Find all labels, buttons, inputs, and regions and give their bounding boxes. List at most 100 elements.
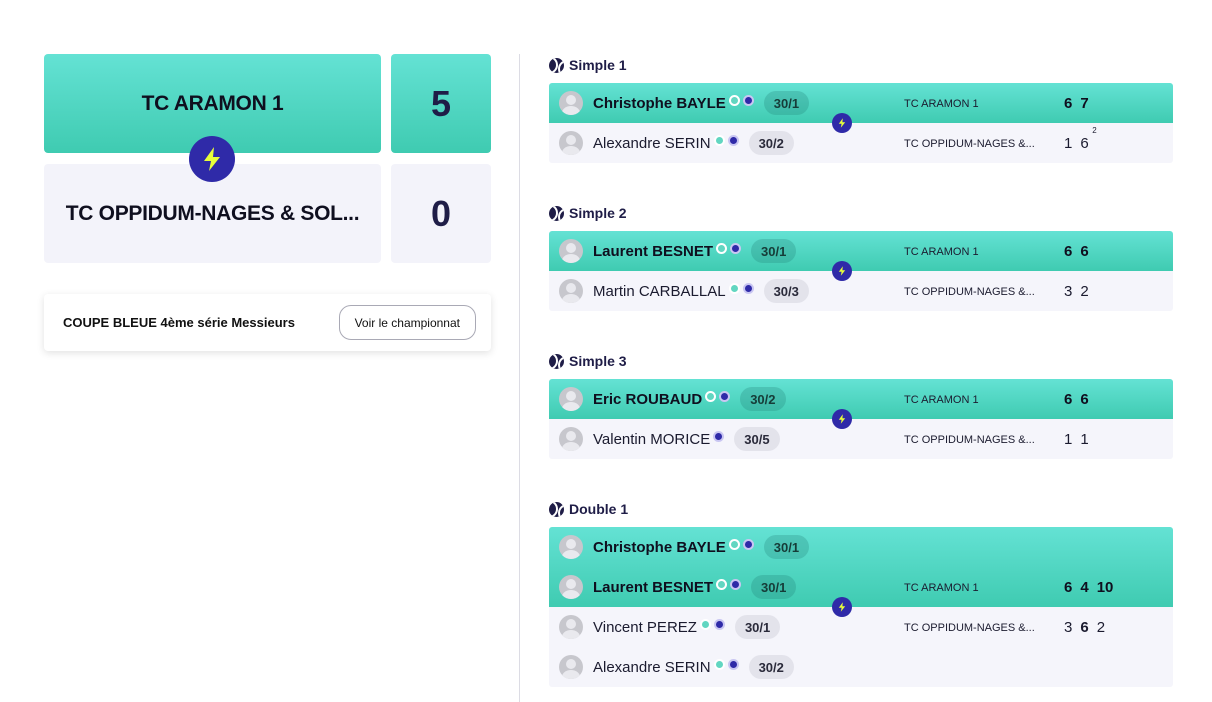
set-scores: 32 bbox=[1064, 283, 1089, 300]
set-scores: 362 bbox=[1064, 619, 1105, 636]
match-card[interactable]: Simple 2 Laurent BESNET 30/1 TC ARAMON 1 66 M… bbox=[549, 203, 1173, 311]
padel-badge-icon bbox=[730, 242, 742, 254]
match-title: Simple 1 bbox=[549, 55, 1173, 75]
tennis-badge-icon bbox=[713, 134, 725, 146]
club-name: TC ARAMON 1 bbox=[904, 582, 979, 594]
player-name[interactable]: Alexandre SERIN bbox=[593, 659, 711, 676]
loser-side: Vincent PEREZ 30/1 TC OPPIDUM-NAGES &... 3 6… bbox=[549, 607, 1173, 687]
avatar bbox=[559, 615, 583, 639]
column-divider bbox=[519, 54, 520, 702]
player-name[interactable]: Valentin MORICE bbox=[593, 431, 710, 448]
tennis-ball-icon bbox=[549, 501, 564, 517]
away-team-name: TC OPPIDUM-NAGES & SOL... bbox=[65, 201, 360, 225]
player-name[interactable]: Eric ROUBAUD bbox=[593, 391, 702, 408]
lightning-icon bbox=[832, 597, 852, 617]
player-name[interactable]: Christophe BAYLE bbox=[593, 539, 726, 556]
lightning-icon bbox=[832, 113, 852, 133]
lightning-icon bbox=[832, 261, 852, 281]
avatar bbox=[559, 239, 583, 263]
set-score: 7 bbox=[1080, 95, 1089, 112]
set-score: 3 bbox=[1064, 283, 1073, 300]
set-scores: 66 bbox=[1064, 391, 1089, 408]
player-rank: 30/1 bbox=[734, 615, 781, 639]
padel-badge-icon bbox=[742, 282, 754, 294]
set-scores: 66 bbox=[1064, 243, 1089, 260]
padel-badge-icon bbox=[730, 578, 742, 590]
match-card[interactable]: Double 1 Christophe BAYLE 30/1 Laurent BESN… bbox=[549, 499, 1173, 687]
player-name[interactable]: Vincent PEREZ bbox=[593, 619, 697, 636]
set-score: 6 bbox=[1080, 243, 1089, 260]
winner-side: Eric ROUBAUD 30/2 TC ARAMON 1 66 bbox=[549, 379, 1173, 429]
player-row[interactable]: Alexandre SERIN 30/2 TC OPPIDUM-NAGES &...… bbox=[549, 123, 1173, 163]
match-title: Double 1 bbox=[549, 499, 1173, 519]
padel-badge-icon bbox=[742, 538, 754, 550]
club-name: TC OPPIDUM-NAGES &... bbox=[904, 434, 1035, 446]
padel-badge-icon bbox=[727, 658, 739, 670]
avatar bbox=[559, 387, 583, 411]
loser-side: Alexandre SERIN 30/2 TC OPPIDUM-NAGES &...… bbox=[549, 123, 1173, 163]
tiebreak-score: 2 bbox=[1092, 126, 1097, 135]
set-score: 4 bbox=[1080, 579, 1089, 596]
club-name: TC OPPIDUM-NAGES &... bbox=[904, 286, 1035, 298]
match-title: Simple 2 bbox=[549, 203, 1173, 223]
lightning-icon bbox=[832, 409, 852, 429]
set-score: 62 bbox=[1080, 126, 1097, 152]
home-score: 5 bbox=[430, 82, 452, 124]
set-score: 1 bbox=[1064, 431, 1073, 448]
padel-badge-icon bbox=[719, 390, 731, 402]
set-scores: 6 4 10 bbox=[1064, 579, 1113, 596]
view-championship-button[interactable]: Voir le championnat bbox=[338, 305, 476, 340]
match-title: Simple 3 bbox=[549, 351, 1173, 371]
player-row[interactable]: Eric ROUBAUD 30/2 TC ARAMON 1 66 bbox=[549, 379, 1173, 419]
set-scores: 11 bbox=[1064, 431, 1089, 448]
player-row[interactable]: Alexandre SERIN 30/2 bbox=[549, 647, 1173, 687]
player-row[interactable]: Valentin MORICE 30/5 TC OPPIDUM-NAGES &...… bbox=[549, 419, 1173, 459]
padel-badge-icon bbox=[742, 94, 754, 106]
match-card[interactable]: Simple 3 Eric ROUBAUD 30/2 TC ARAMON 1 6 6 Val… bbox=[549, 351, 1173, 459]
player-rank: 30/1 bbox=[751, 239, 797, 263]
tennis-badge-icon bbox=[699, 618, 711, 630]
player-row[interactable]: Martin CARBALLAL 30/3 TC OPPIDUM-NAGES &..… bbox=[549, 271, 1173, 311]
club-name: TC ARAMON 1 bbox=[904, 98, 979, 110]
padel-badge-icon bbox=[727, 134, 739, 146]
player-rank: 30/1 bbox=[763, 535, 810, 559]
player-rank: 30/1 bbox=[751, 575, 797, 599]
player-row[interactable]: Christophe BAYLE 30/1 TC ARAMON 1 67 bbox=[549, 83, 1173, 123]
lightning-icon bbox=[189, 136, 235, 182]
avatar bbox=[559, 279, 583, 303]
away-score: 0 bbox=[430, 192, 452, 234]
player-row[interactable]: Vincent PEREZ 30/1 TC OPPIDUM-NAGES &... 3 6… bbox=[549, 607, 1173, 647]
set-score: 6 bbox=[1064, 95, 1073, 112]
set-score: 6 bbox=[1080, 619, 1089, 636]
player-name[interactable]: Laurent BESNET bbox=[593, 243, 713, 260]
match-card[interactable]: Simple 1 Christophe BAYLE 30/1 TC ARAMON 1 6… bbox=[549, 55, 1173, 163]
tennis-ball-icon bbox=[549, 353, 564, 369]
tennis-badge-icon bbox=[728, 538, 740, 550]
loser-side: Valentin MORICE 30/5 TC OPPIDUM-NAGES &...… bbox=[549, 419, 1173, 459]
player-row[interactable]: Laurent BESNET 30/1 TC ARAMON 1 6 4 10 bbox=[549, 567, 1173, 607]
player-name[interactable]: Laurent BESNET bbox=[593, 579, 713, 596]
match-title-text: Simple 1 bbox=[569, 57, 627, 73]
player-rank: 30/2 bbox=[748, 655, 794, 679]
set-score: 2 bbox=[1096, 619, 1106, 636]
tennis-badge-icon bbox=[716, 242, 728, 254]
player-rank: 30/5 bbox=[734, 427, 780, 451]
away-score-card: 0 bbox=[391, 164, 491, 263]
match-title-text: Simple 2 bbox=[569, 205, 627, 221]
player-row[interactable]: Laurent BESNET 30/1 TC ARAMON 1 66 bbox=[549, 231, 1173, 271]
avatar bbox=[559, 131, 583, 155]
set-score: 2 bbox=[1080, 283, 1089, 300]
player-row[interactable]: Christophe BAYLE 30/1 bbox=[549, 527, 1173, 567]
tennis-badge-icon bbox=[728, 282, 740, 294]
set-scores: 1 62 bbox=[1064, 126, 1097, 152]
club-name: TC OPPIDUM-NAGES &... bbox=[904, 138, 1035, 150]
winner-side: Christophe BAYLE 30/1 TC ARAMON 1 67 bbox=[549, 83, 1173, 133]
player-name[interactable]: Christophe BAYLE bbox=[593, 95, 726, 112]
player-name[interactable]: Alexandre SERIN bbox=[593, 135, 711, 152]
set-score: 6 bbox=[1064, 243, 1073, 260]
set-score: 10 bbox=[1096, 579, 1114, 596]
loser-side: Martin CARBALLAL 30/3 TC OPPIDUM-NAGES &..… bbox=[549, 271, 1173, 311]
tennis-badge-icon bbox=[713, 658, 725, 670]
club-name: TC OPPIDUM-NAGES &... bbox=[904, 622, 1035, 634]
player-name[interactable]: Martin CARBALLAL bbox=[593, 283, 726, 300]
